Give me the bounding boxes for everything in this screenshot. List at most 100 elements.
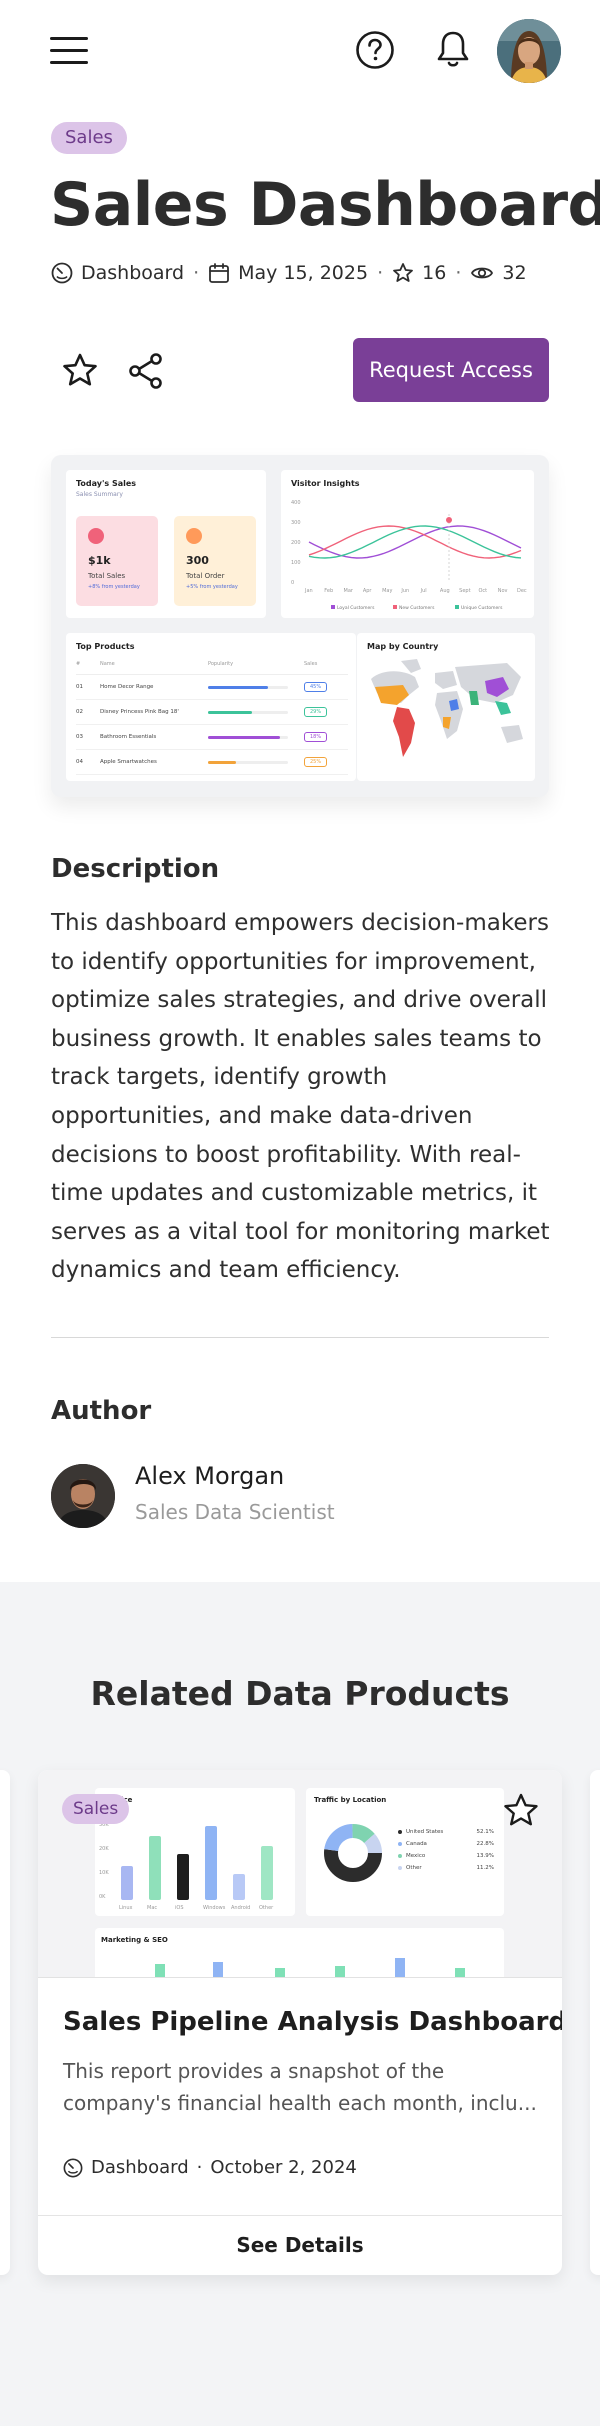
device-y-tick: 0K [99, 1894, 106, 1900]
request-access-button[interactable]: Request Access [353, 338, 549, 402]
related-section: Related Data Products y Device 30K20K10K… [0, 1582, 600, 2426]
device-bar [261, 1846, 273, 1900]
sales-pill: 25% [304, 757, 328, 767]
related-card-description: This report provides a snapshot of the c… [63, 2059, 537, 2115]
location-dot [398, 1830, 402, 1834]
author-heading: Author [51, 1396, 152, 1426]
author-name[interactable]: Alex Morgan [135, 1462, 284, 1490]
section-divider [51, 1337, 549, 1338]
related-card-star-icon[interactable] [502, 1792, 540, 1834]
total-sales-label: Total Sales [88, 572, 126, 580]
dashboard-preview[interactable]: Today's Sales Sales Summary $1k Total Sa… [51, 455, 549, 797]
top-products-rank: 02 [76, 709, 83, 715]
location-panel: Traffic by Location United States 52.1% Ca… [306, 1788, 504, 1916]
sales-pill: 29% [304, 707, 328, 717]
related-heading: Related Data Products [90, 1674, 510, 1713]
top-products-table: # Name Popularity Sales 01 Home Decor Range 45… [76, 661, 348, 775]
popularity-fill [208, 710, 252, 714]
related-card-type: Dashboard [91, 2157, 189, 2178]
device-x-label: Mac [147, 1905, 157, 1911]
location-donut [324, 1824, 382, 1882]
device-x-label: Windows [203, 1905, 226, 1911]
total-sales-card: $1k Total Sales +8% from yesterday [76, 516, 158, 606]
visitor-y-tick: 200 [291, 540, 301, 546]
total-order-value: 300 [186, 554, 209, 567]
popularity-bar [208, 735, 288, 739]
popularity-fill [208, 685, 268, 689]
top-products-header: # Name Popularity Sales [76, 661, 348, 675]
location-dot [398, 1842, 402, 1846]
top-products-column-header: Popularity [208, 661, 234, 667]
top-products-panel: Top Products # Name Popularity Sales 01 Home … [66, 633, 356, 781]
visitor-month-label: Sept [459, 588, 470, 594]
visitor-y-tick: 400 [291, 500, 301, 506]
next-card-edge[interactable] [590, 1770, 600, 2275]
top-products-name: Home Decor Range [100, 684, 154, 690]
bell-icon[interactable] [433, 28, 473, 74]
location-legend-row: Other 11.2% [398, 1862, 494, 1874]
location-dot [398, 1854, 402, 1858]
device-y-tick: 20K [99, 1846, 109, 1852]
related-card-meta: Dashboard · October 2, 2024 [63, 2157, 357, 2178]
related-card[interactable]: y Device 30K20K10K0KLinuxMaciOSWindowsAn… [38, 1770, 562, 2275]
visitor-legend-swatch [331, 605, 335, 609]
sales-pill: 18% [304, 732, 328, 742]
location-title: Traffic by Location [314, 1796, 387, 1804]
location-name: Canada [406, 1841, 427, 1847]
calendar-icon [209, 263, 230, 283]
total-sales-value: $1k [88, 554, 111, 567]
device-x-label: iOS [175, 1905, 184, 1911]
category-badge: Sales [51, 122, 127, 154]
share-icon[interactable] [127, 352, 165, 394]
prev-card-edge[interactable] [0, 1770, 10, 2275]
location-name: Mexico [406, 1853, 426, 1859]
user-avatar[interactable] [497, 19, 561, 83]
sales-chart-icon [88, 528, 104, 544]
marketing-bar-chart [155, 1958, 465, 1977]
order-icon [186, 528, 202, 544]
page-title: Sales Dashboard [50, 170, 600, 240]
product-type: Dashboard [81, 262, 185, 284]
top-products-name: Bathroom Essentials [100, 734, 157, 740]
device-x-label: Android [231, 1905, 250, 1911]
popularity-bar [208, 710, 288, 714]
top-products-rank: 03 [76, 734, 83, 740]
top-products-row: 01 Home Decor Range 45% [76, 675, 348, 700]
dashboard-gauge-icon [63, 2158, 83, 2177]
dashboard-gauge-icon [51, 262, 73, 284]
related-card-title[interactable]: Sales Pipeline Analysis Dashboard [63, 2007, 562, 2037]
visitor-month-label: Aug [440, 588, 450, 594]
device-x-label: Linux [119, 1905, 133, 1911]
location-value: 52.1% [476, 1829, 494, 1835]
description-text: This dashboard empowers decision-makers … [51, 910, 550, 1284]
visitor-legend-label: Unique Customers [461, 605, 503, 611]
product-meta: Dashboard · May 15, 2025 · 16 · 32 [51, 258, 527, 288]
visitor-month-label: Nov [498, 588, 508, 594]
see-details-button[interactable]: See Details [38, 2215, 562, 2275]
visitor-month-label: Dec [517, 588, 527, 594]
eye-icon [471, 267, 494, 279]
top-products-rank: 01 [76, 684, 83, 690]
help-circle-icon[interactable] [355, 30, 395, 74]
device-x-label: Other [259, 1905, 274, 1911]
visitor-month-label: May [382, 588, 392, 594]
visitor-legend-swatch [455, 605, 459, 609]
visitor-insights-panel: Visitor Insights 400 300 200 100 0 Jan Feb Mar A… [281, 470, 534, 618]
device-bar [205, 1826, 217, 1900]
top-products-column-header: Sales [304, 661, 318, 667]
todays-sales-panel: Today's Sales Sales Summary $1k Total Sa… [66, 470, 266, 618]
todays-sales-title: Today's Sales [76, 479, 137, 488]
location-name: United States [406, 1829, 444, 1835]
location-value: 13.9% [476, 1853, 494, 1859]
visitor-month-label: Apr [363, 588, 373, 594]
map-panel: Map by Country [357, 633, 535, 781]
visitor-month-label: Feb [324, 588, 333, 594]
visitor-legend-label: Loyal Customers [337, 605, 375, 611]
action-bar: Request Access [51, 338, 549, 404]
top-products-row: 04 Apple Smartwatches 25% [76, 750, 348, 775]
hamburger-menu-icon[interactable] [50, 34, 90, 66]
visitor-month-label: Jan [304, 588, 313, 594]
visitor-y-tick: 0 [291, 580, 294, 586]
view-count: 32 [502, 262, 527, 284]
favorite-star-icon[interactable] [61, 352, 99, 394]
